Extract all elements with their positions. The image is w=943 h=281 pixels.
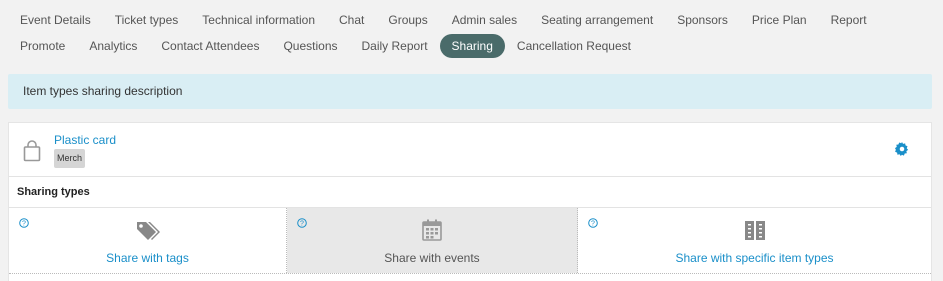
- sharing-types-title: Sharing types: [17, 186, 90, 198]
- tabs-row-1: Event Details Ticket types Technical inf…: [8, 8, 879, 32]
- tab-admin-sales[interactable]: Admin sales: [440, 8, 529, 32]
- share-with-tags-option[interactable]: ? Share with tags: [9, 208, 287, 273]
- item-card: Plastic card Merch Sharing types ? Share…: [8, 122, 932, 281]
- shopping-bag-icon: [23, 140, 41, 162]
- tags-icon: [136, 222, 160, 240]
- share-with-events-option[interactable]: ? Share with events: [287, 208, 578, 273]
- help-icon[interactable]: ?: [297, 218, 307, 228]
- tab-report[interactable]: Report: [819, 8, 879, 32]
- share-with-item-types-option[interactable]: ? Share with specific item types: [578, 208, 931, 273]
- tab-questions[interactable]: Questions: [271, 34, 349, 58]
- tab-price-plan[interactable]: Price Plan: [740, 8, 819, 32]
- calendar-icon: [422, 219, 442, 241]
- share-with-events-label: Share with events: [384, 251, 480, 265]
- tab-groups[interactable]: Groups: [376, 8, 439, 32]
- tickets-icon: [744, 221, 765, 240]
- share-with-tags-label: Share with tags: [106, 251, 189, 265]
- tab-event-details[interactable]: Event Details: [8, 8, 103, 32]
- gear-icon[interactable]: [895, 142, 909, 156]
- help-icon[interactable]: ?: [19, 218, 29, 228]
- help-icon[interactable]: ?: [588, 218, 598, 228]
- share-with-item-types-label: Share with specific item types: [675, 251, 834, 265]
- tab-sharing[interactable]: Sharing: [439, 34, 505, 58]
- sharing-options: ? Share with tags ? Share with events ? …: [9, 207, 931, 274]
- tab-technical-information[interactable]: Technical information: [190, 8, 327, 32]
- svg-text:?: ?: [591, 221, 595, 228]
- tab-ticket-types[interactable]: Ticket types: [103, 8, 191, 32]
- item-name-link[interactable]: Plastic card: [54, 133, 116, 147]
- tab-cancellation-request[interactable]: Cancellation Request: [505, 34, 643, 58]
- item-type-badge: Merch: [54, 149, 86, 168]
- info-alert: Item types sharing description: [8, 74, 932, 109]
- svg-text:?: ?: [300, 221, 304, 228]
- item-row: Plastic card Merch: [9, 123, 931, 177]
- tabs-row-2: Promote Analytics Contact Attendees Ques…: [8, 34, 643, 58]
- tab-chat[interactable]: Chat: [327, 8, 376, 32]
- svg-text:?: ?: [22, 221, 26, 228]
- tab-promote[interactable]: Promote: [8, 34, 77, 58]
- tab-sponsors[interactable]: Sponsors: [665, 8, 740, 32]
- tab-analytics[interactable]: Analytics: [77, 34, 149, 58]
- tab-daily-report[interactable]: Daily Report: [350, 34, 440, 58]
- tab-seating-arrangement[interactable]: Seating arrangement: [529, 8, 665, 32]
- tab-contact-attendees[interactable]: Contact Attendees: [149, 34, 271, 58]
